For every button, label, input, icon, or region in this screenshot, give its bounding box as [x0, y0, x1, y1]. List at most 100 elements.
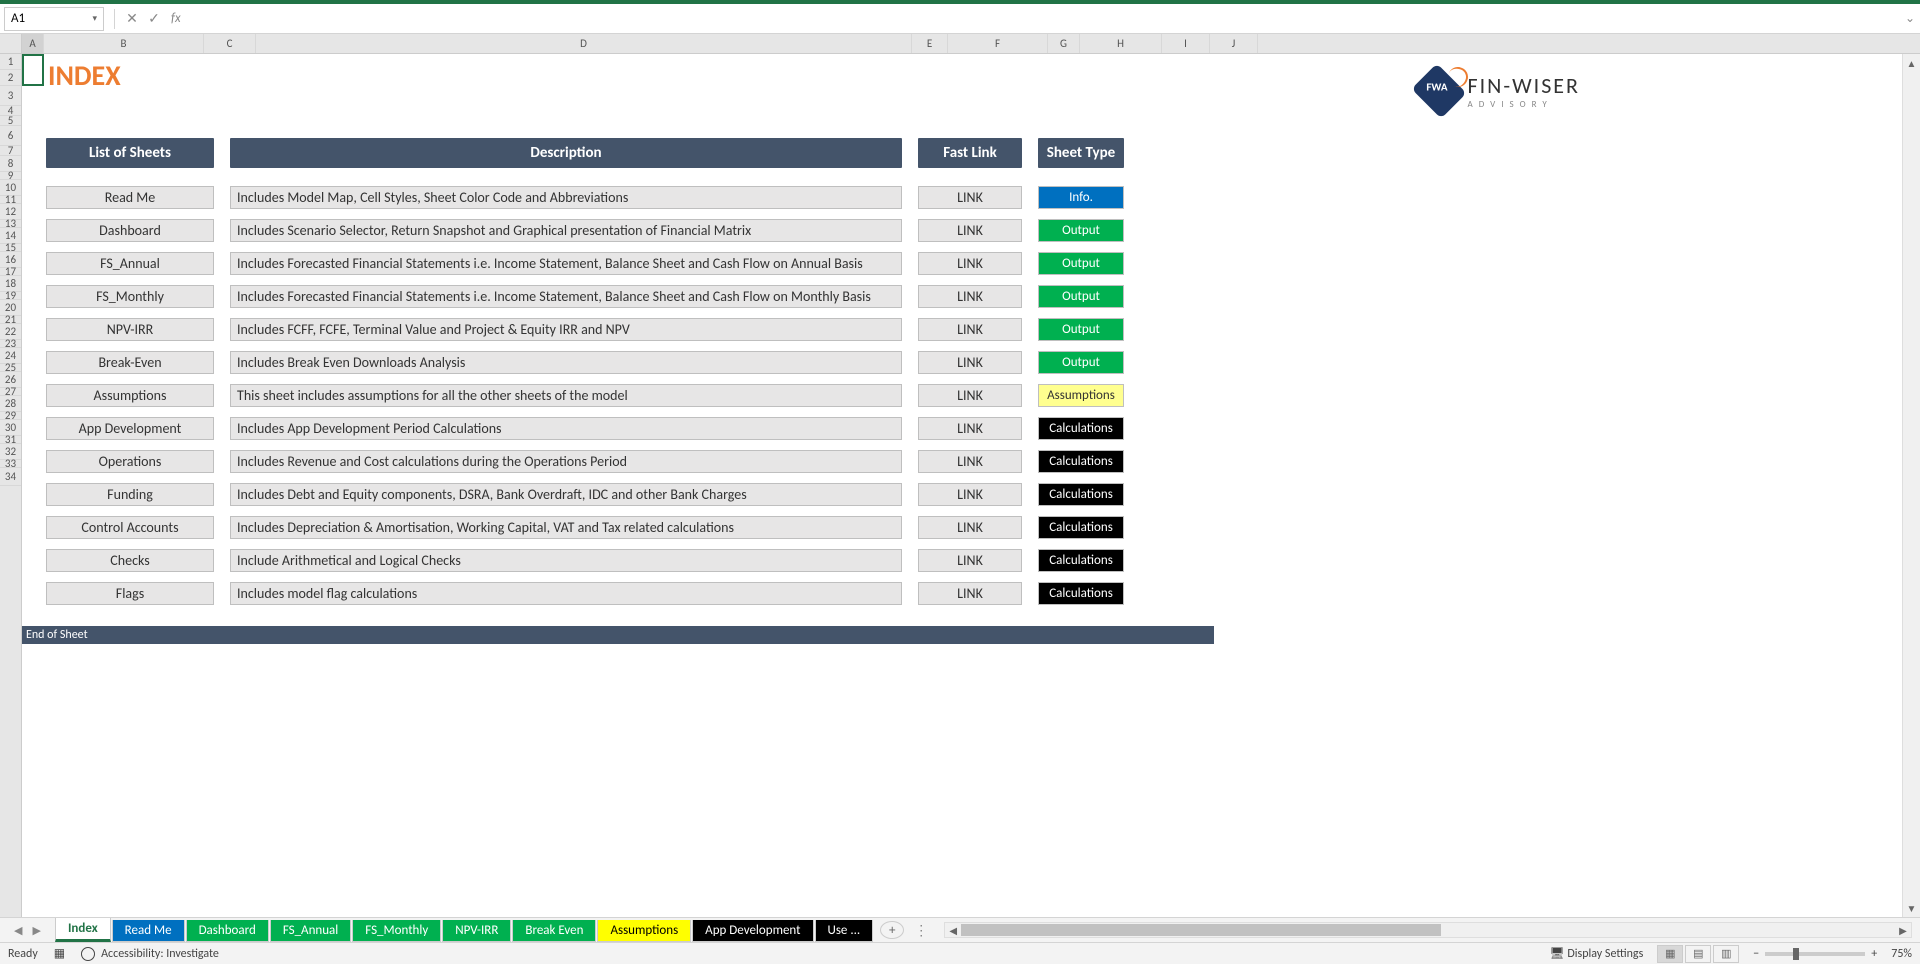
zoom-thumb[interactable]: [1793, 948, 1799, 960]
chevron-down-icon[interactable]: ▾: [92, 13, 97, 24]
sheet-tab[interactable]: FS_Annual: [270, 920, 351, 942]
hscroll-thumb[interactable]: [961, 924, 1441, 936]
description-cell: Includes Scenario Selector, Return Snaps…: [230, 219, 902, 242]
row-header[interactable]: 21: [0, 316, 21, 324]
fast-link-cell[interactable]: LINK: [918, 549, 1022, 572]
horizontal-scrollbar[interactable]: ◀ ▶: [944, 922, 1912, 938]
scroll-up-button[interactable]: ▲: [1903, 54, 1920, 72]
name-box[interactable]: A1 ▾: [4, 7, 104, 31]
column-header[interactable]: H: [1080, 34, 1162, 53]
fast-link-cell[interactable]: LINK: [918, 351, 1022, 374]
sheet-tab[interactable]: Index: [55, 918, 111, 942]
row-header[interactable]: 11: [0, 196, 21, 204]
row-header[interactable]: 33: [0, 460, 21, 468]
fast-link-cell[interactable]: LINK: [918, 219, 1022, 242]
row-header[interactable]: 29: [0, 412, 21, 420]
row-header[interactable]: 23: [0, 340, 21, 348]
fast-link-cell[interactable]: LINK: [918, 417, 1022, 440]
select-all-corner[interactable]: [0, 34, 21, 54]
fast-link-cell[interactable]: LINK: [918, 384, 1022, 407]
index-table: List of Sheets Description Fast Link She…: [46, 138, 1124, 615]
row-header[interactable]: 17: [0, 268, 21, 276]
accept-formula-button[interactable]: ✓: [143, 8, 165, 30]
display-settings-button[interactable]: 🖥 Display Settings: [1549, 946, 1643, 961]
fast-link-cell[interactable]: LINK: [918, 582, 1022, 605]
row-header[interactable]: 34: [0, 468, 21, 486]
zoom-out-button[interactable]: −: [1753, 947, 1759, 961]
macro-record-icon[interactable]: ▦: [54, 946, 65, 961]
row-headers: 1234567891011121314151617181920212223242…: [0, 34, 22, 917]
column-header[interactable]: D: [256, 34, 912, 53]
column-header[interactable]: I: [1162, 34, 1210, 53]
row-header[interactable]: 1: [0, 54, 21, 70]
table-row: FlagsIncludes model flag calculationsLIN…: [46, 582, 1124, 605]
sheet-type-cell: Output: [1038, 318, 1124, 341]
column-header[interactable]: B: [44, 34, 204, 53]
fast-link-cell[interactable]: LINK: [918, 450, 1022, 473]
column-header[interactable]: G: [1048, 34, 1080, 53]
column-header[interactable]: E: [912, 34, 948, 53]
zoom-level[interactable]: 75%: [1891, 947, 1912, 961]
sheet-type-cell: Output: [1038, 285, 1124, 308]
add-sheet-button[interactable]: +: [880, 921, 904, 939]
sheet-tab[interactable]: Read Me: [112, 920, 185, 942]
scroll-left-button[interactable]: ◀: [945, 924, 961, 937]
page-break-view-button[interactable]: ▥: [1713, 945, 1739, 963]
fast-link-cell[interactable]: LINK: [918, 318, 1022, 341]
sheet-tab[interactable]: Break Even: [512, 920, 596, 942]
sheet-canvas[interactable]: INDEX FIN-WISER ADVISORY List of Sheets …: [22, 54, 1920, 917]
divider: [114, 9, 115, 29]
normal-view-button[interactable]: ▦: [1657, 945, 1683, 963]
row-header[interactable]: 15: [0, 244, 21, 252]
sheet-tab[interactable]: Assumptions: [597, 920, 691, 942]
column-header[interactable]: A: [22, 34, 44, 53]
fast-link-cell[interactable]: LINK: [918, 516, 1022, 539]
page-layout-view-button[interactable]: ▤: [1685, 945, 1711, 963]
sheet-tab[interactable]: NPV-IRR: [442, 920, 511, 942]
vertical-scrollbar[interactable]: ▲ ▼: [1902, 54, 1920, 917]
row-header[interactable]: 13: [0, 220, 21, 228]
row-header[interactable]: 31: [0, 436, 21, 444]
row-header[interactable]: 2: [0, 70, 21, 86]
fast-link-cell[interactable]: LINK: [918, 252, 1022, 275]
sheet-name-cell: App Development: [46, 417, 214, 440]
expand-formula-bar-button[interactable]: ⌄: [1900, 11, 1920, 26]
row-header[interactable]: 6: [0, 126, 21, 146]
column-header[interactable]: C: [204, 34, 256, 53]
column-header[interactable]: J: [1210, 34, 1258, 53]
row-header[interactable]: 27: [0, 388, 21, 396]
row-header[interactable]: 3: [0, 86, 21, 106]
sheet-type-cell: Calculations: [1038, 450, 1124, 473]
sheet-tab[interactable]: FS_Monthly: [352, 920, 441, 942]
scroll-down-button[interactable]: ▼: [1903, 899, 1920, 917]
fx-icon[interactable]: fx: [171, 11, 181, 26]
scroll-right-button[interactable]: ▶: [1895, 924, 1911, 937]
description-cell: Includes Break Even Downloads Analysis: [230, 351, 902, 374]
fast-link-cell[interactable]: LINK: [918, 186, 1022, 209]
accessibility-status[interactable]: Accessibility: Investigate: [81, 947, 219, 961]
sheet-tab[interactable]: App Development: [692, 920, 813, 942]
sheet-tab[interactable]: Dashboard: [186, 920, 269, 942]
zoom-in-button[interactable]: +: [1871, 947, 1877, 961]
description-cell: Includes App Development Period Calculat…: [230, 417, 902, 440]
sheet-type-cell: Calculations: [1038, 549, 1124, 572]
tab-next-button[interactable]: ▶: [32, 924, 40, 937]
row-header[interactable]: 19: [0, 292, 21, 300]
row-header[interactable]: 5: [0, 116, 21, 126]
scroll-track[interactable]: [1903, 72, 1920, 899]
sheet-tab[interactable]: Use ...: [815, 920, 874, 942]
tab-prev-button[interactable]: ◀: [14, 924, 22, 937]
column-header[interactable]: F: [948, 34, 1048, 53]
fast-link-cell[interactable]: LINK: [918, 285, 1022, 308]
formula-input[interactable]: [187, 7, 1900, 31]
row-header[interactable]: 25: [0, 364, 21, 372]
sheet-type-cell: Output: [1038, 351, 1124, 374]
zoom-track[interactable]: [1765, 952, 1865, 956]
fast-link-cell[interactable]: LINK: [918, 483, 1022, 506]
row-header[interactable]: 9: [0, 172, 21, 180]
cancel-formula-button[interactable]: ✕: [121, 8, 143, 30]
tab-menu-button[interactable]: ⋮: [914, 922, 928, 939]
row-header[interactable]: 7: [0, 146, 21, 156]
table-row: DashboardIncludes Scenario Selector, Ret…: [46, 219, 1124, 242]
hscroll-track[interactable]: [961, 923, 1895, 937]
